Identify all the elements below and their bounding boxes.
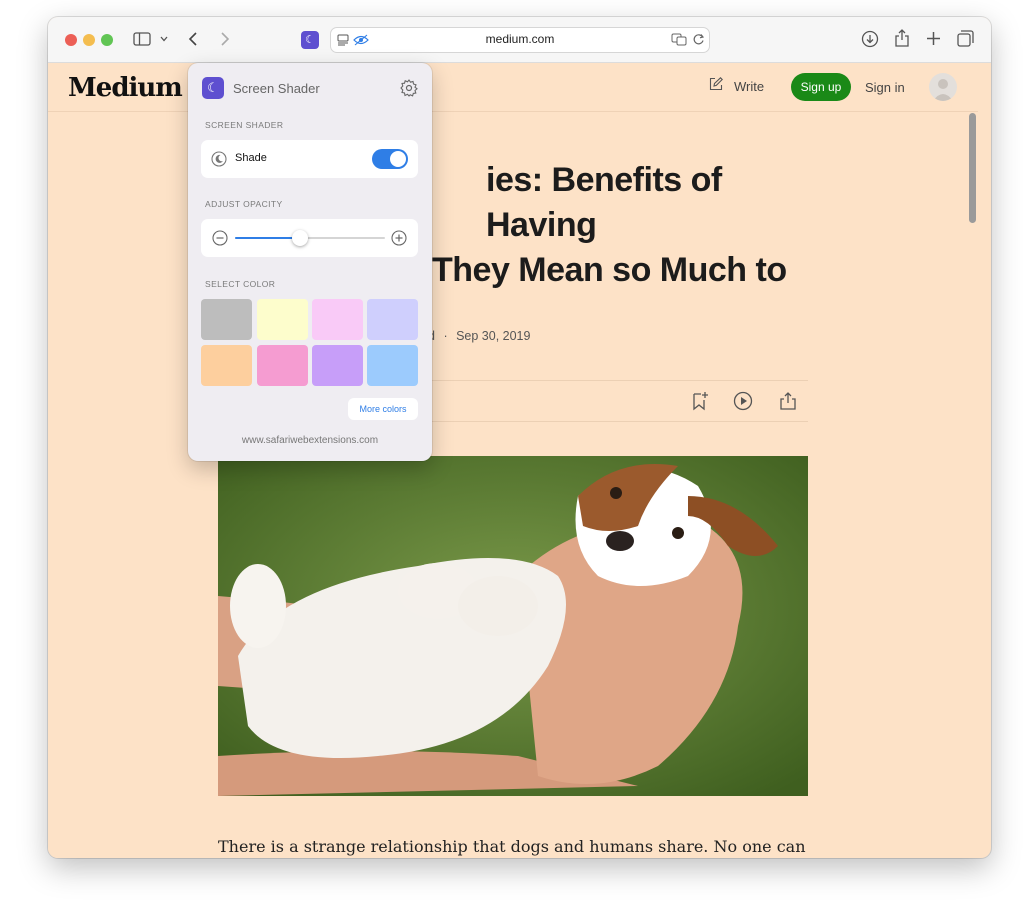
- translate-icon[interactable]: [671, 33, 687, 46]
- meta-separator: ·: [443, 329, 448, 343]
- shade-toggle-row[interactable]: Shade: [201, 140, 418, 178]
- avatar[interactable]: [929, 73, 957, 101]
- tab-overview-icon[interactable]: [957, 30, 974, 47]
- write-icon[interactable]: [709, 77, 723, 91]
- publish-date: Sep 30, 2019: [456, 329, 531, 343]
- medium-logo[interactable]: Medium: [68, 73, 183, 103]
- color-swatch-blue[interactable]: [367, 345, 418, 386]
- puppy-photo: [218, 456, 808, 796]
- back-icon[interactable]: [188, 31, 198, 47]
- chevron-down-icon[interactable]: [160, 36, 168, 42]
- bookmark-add-icon[interactable]: [690, 391, 710, 411]
- address-text: medium.com: [485, 32, 555, 46]
- article-meta: d · Sep 30, 2019: [428, 329, 530, 343]
- opacity-slider-track[interactable]: [235, 237, 385, 239]
- forward-icon[interactable]: [220, 31, 230, 47]
- toggle-knob: [390, 151, 406, 167]
- screen-shader-extension-icon[interactable]: ☾: [301, 31, 319, 49]
- user-icon: [933, 79, 953, 101]
- maximize-window-button[interactable]: [101, 34, 113, 46]
- article-image-puppy: [218, 456, 808, 796]
- browser-toolbar: ☾ medium.com: [48, 17, 991, 63]
- page-scrollbar[interactable]: [969, 113, 976, 223]
- sign-in-link[interactable]: Sign in: [865, 80, 905, 95]
- screen-shader-popup: ☾ Screen Shader SCREEN SHADER Shade ADJU…: [188, 63, 432, 461]
- decrease-opacity-icon[interactable]: [212, 230, 228, 246]
- write-link[interactable]: Write: [734, 79, 764, 94]
- article-share-icon[interactable]: [778, 391, 798, 411]
- color-swatch-yellow[interactable]: [257, 299, 308, 340]
- color-swatch-peach[interactable]: [201, 345, 252, 386]
- article-body-first-line: There is a strange relationship that dog…: [218, 837, 806, 856]
- download-icon[interactable]: [861, 30, 879, 48]
- sidebar-icon[interactable]: [133, 32, 151, 46]
- minimize-window-button[interactable]: [83, 34, 95, 46]
- increase-opacity-icon[interactable]: [391, 230, 407, 246]
- screen-shader-logo-icon: ☾: [202, 77, 224, 99]
- listen-play-icon[interactable]: [733, 391, 753, 411]
- color-swatch-magenta[interactable]: [257, 345, 308, 386]
- opacity-slider-thumb[interactable]: [291, 230, 308, 246]
- screen-shader-section-label: SCREEN SHADER: [205, 120, 284, 130]
- popup-title: Screen Shader: [233, 81, 320, 96]
- reload-icon[interactable]: [692, 33, 705, 46]
- color-swatch-gray[interactable]: [201, 299, 252, 340]
- close-window-button[interactable]: [65, 34, 77, 46]
- color-swatch-purple[interactable]: [312, 345, 363, 386]
- address-bar[interactable]: medium.com: [330, 27, 710, 53]
- sign-up-button[interactable]: Sign up: [791, 73, 851, 101]
- opacity-slider-row: [201, 219, 418, 257]
- new-tab-icon[interactable]: [926, 31, 941, 46]
- more-colors-button[interactable]: More colors: [348, 398, 418, 420]
- shade-label: Shade: [235, 152, 267, 164]
- adjust-opacity-section-label: ADJUST OPACITY: [205, 199, 283, 209]
- select-color-section-label: SELECT COLOR: [205, 279, 276, 289]
- color-swatch-lavender[interactable]: [367, 299, 418, 340]
- color-swatch-pink[interactable]: [312, 299, 363, 340]
- popup-footer-link[interactable]: www.safariwebextensions.com: [188, 435, 432, 446]
- moon-icon: [211, 151, 227, 167]
- share-icon[interactable]: [894, 29, 910, 48]
- gear-icon[interactable]: [400, 79, 418, 97]
- shade-toggle[interactable]: [372, 149, 408, 169]
- opacity-slider-fill: [235, 237, 300, 239]
